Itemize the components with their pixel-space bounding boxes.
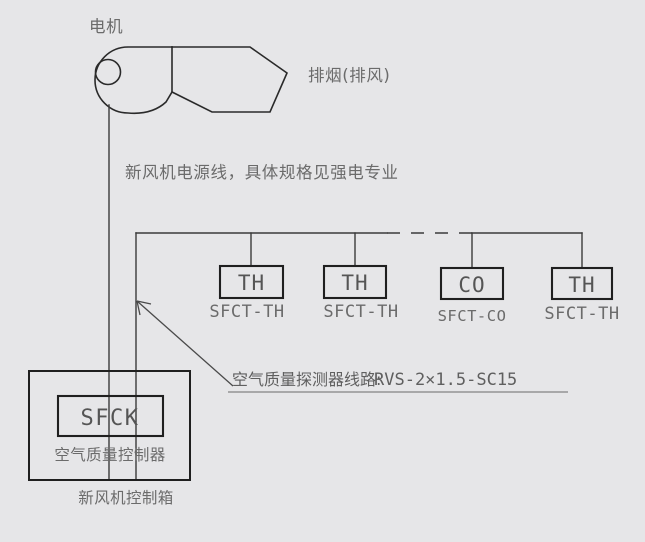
sensor-1-label: SFCT-TH (209, 302, 284, 322)
motor-circle (94, 58, 122, 86)
fan-assembly (94, 46, 288, 115)
sensor-3-tag: CO (458, 273, 485, 297)
sensor-2-tag: TH (341, 271, 368, 295)
motor-label: 电机 (89, 17, 123, 36)
sensor-2-label: SFCT-TH (323, 302, 398, 322)
control-panel-outer-label: 新风机控制箱 (78, 489, 173, 507)
sensor-4[interactable]: TH SFCT-TH (544, 266, 619, 324)
exhaust-label: 排烟(排风) (308, 66, 390, 85)
power-line-note: 新风机电源线，具体规格见强电专业 (125, 163, 399, 182)
sensor-4-tag: TH (568, 273, 595, 297)
cable-note-cn: 空气质量探测器线路: (232, 370, 381, 389)
diagram-canvas: TH SFCT-TH TH SFCT-TH CO SFCT-CO TH SFCT… (28, 17, 619, 507)
schematic-diagram: TH SFCT-TH TH SFCT-TH CO SFCT-CO TH SFCT… (0, 0, 645, 542)
fan-housing-shape (94, 46, 174, 115)
sensor-1-tag: TH (238, 271, 265, 295)
exhaust-duct-shape (170, 46, 288, 113)
sensor-4-label: SFCT-TH (544, 304, 619, 324)
sensor-1[interactable]: TH SFCT-TH (209, 264, 284, 322)
sensor-3[interactable]: CO SFCT-CO (438, 266, 507, 325)
sensor-2[interactable]: TH SFCT-TH (322, 264, 398, 322)
controller-tag: SFCK (81, 406, 140, 431)
controller-inner-label: 空气质量控制器 (54, 446, 165, 464)
sensor-3-label: SFCT-CO (438, 307, 507, 325)
cable-note-spec: RVS-2×1.5-SC15 (374, 370, 517, 390)
